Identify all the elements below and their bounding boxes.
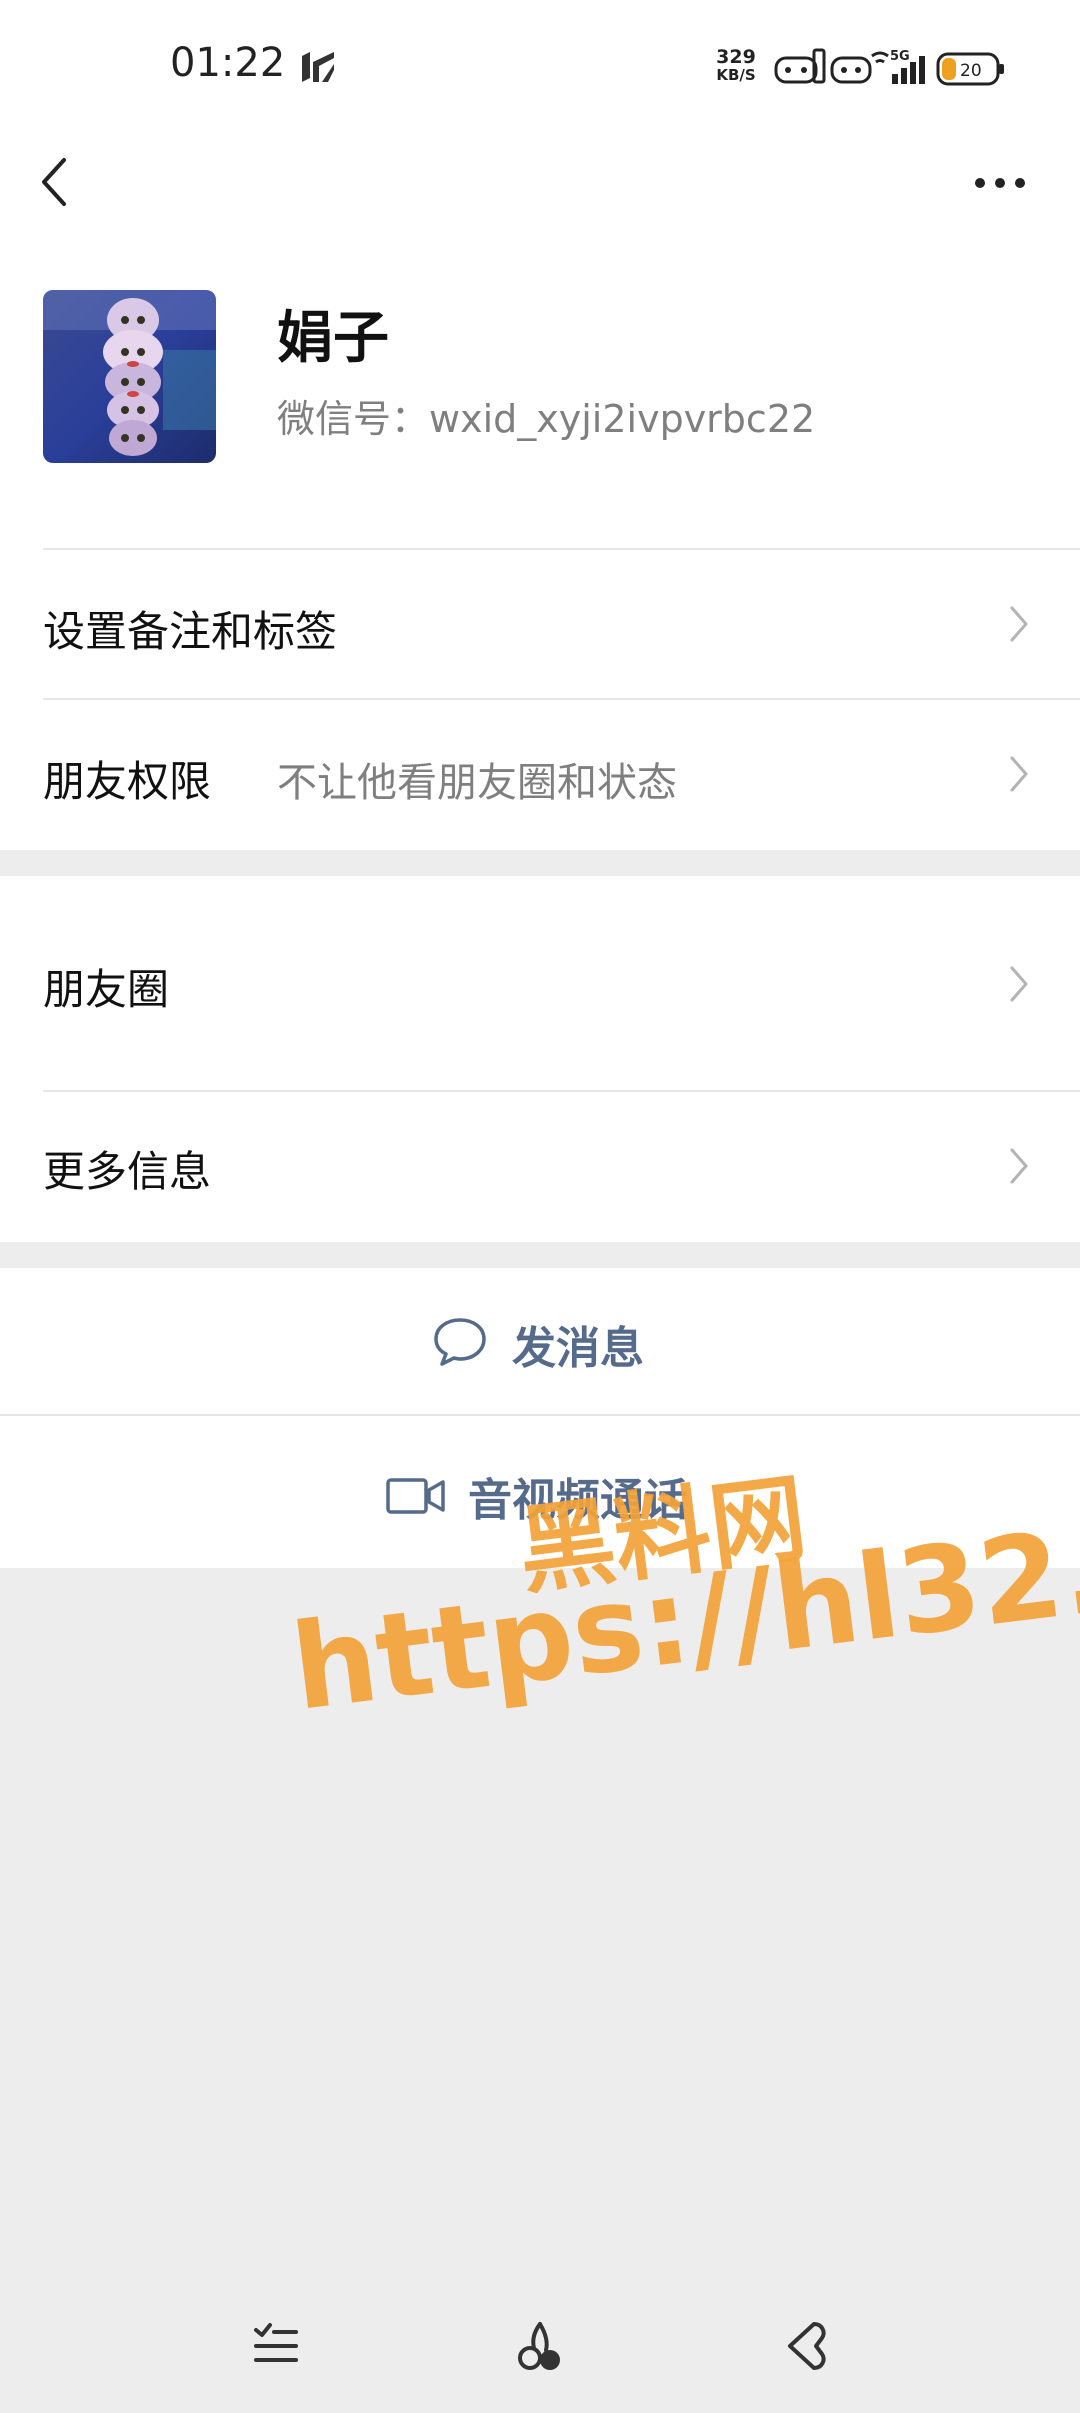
nav-bar bbox=[0, 140, 1080, 280]
network-speed: 329 KB/S bbox=[712, 46, 760, 85]
wechat-id-label: 微信号： bbox=[277, 397, 430, 441]
row-remark-tags[interactable]: 设置备注和标签 bbox=[0, 550, 1080, 698]
row-moments-label: 朋友圈 bbox=[43, 965, 170, 1014]
row-more-info[interactable]: 更多信息 bbox=[0, 1092, 1080, 1242]
chevron-right-icon bbox=[1010, 606, 1028, 642]
row-friend-permissions-value: 不让他看朋友圈和状态 bbox=[277, 760, 677, 806]
network-speed-unit: KB/S bbox=[716, 66, 756, 84]
row-moments[interactable]: 朋友圈 bbox=[0, 876, 1080, 1090]
status-bar: 01:22 329 KB/S 5G 20 bbox=[0, 0, 1080, 140]
app-notification-icon bbox=[774, 48, 826, 84]
chat-bubble-icon bbox=[434, 1318, 486, 1366]
chevron-left-icon[interactable] bbox=[36, 154, 72, 210]
signal-5g-icon: 5G bbox=[890, 49, 925, 84]
menu-icon[interactable] bbox=[246, 2316, 306, 2376]
send-message-button[interactable]: 发消息 bbox=[0, 1268, 1080, 1414]
wechat-id-row: 微信号：wxid_xyji2ivpvrbc22 bbox=[277, 388, 815, 443]
avatar[interactable] bbox=[43, 290, 216, 463]
send-message-label: 发消息 bbox=[512, 1323, 644, 1374]
home-icon[interactable] bbox=[510, 2316, 570, 2376]
more-dots-icon[interactable] bbox=[970, 168, 1030, 198]
back-nav-icon[interactable] bbox=[776, 2316, 836, 2376]
svg-text:20: 20 bbox=[960, 61, 982, 81]
row-friend-permissions-label: 朋友权限 bbox=[43, 757, 212, 806]
wifi-icon bbox=[830, 51, 889, 84]
network-speed-value: 329 bbox=[716, 46, 756, 68]
status-icons: 5G 20 bbox=[774, 48, 1004, 86]
chevron-right-icon bbox=[1010, 1148, 1028, 1184]
row-more-info-label: 更多信息 bbox=[43, 1147, 212, 1196]
row-friend-permissions[interactable]: 朋友权限 不让他看朋友圈和状态 bbox=[0, 700, 1080, 850]
chevron-right-icon bbox=[1010, 966, 1028, 1002]
wechat-id-value: wxid_xyji2ivpvrbc22 bbox=[429, 397, 816, 441]
video-camera-icon bbox=[386, 1478, 445, 1514]
status-time: 01:22 bbox=[170, 40, 286, 86]
chevron-right-icon bbox=[1010, 756, 1028, 792]
avatar-image bbox=[43, 290, 216, 463]
row-remark-tags-label: 设置备注和标签 bbox=[43, 607, 338, 656]
svg-text:5G: 5G bbox=[890, 49, 910, 64]
battery-icon: 20 bbox=[936, 52, 1004, 86]
contact-name: 娟子 bbox=[277, 305, 389, 371]
carrier-icon bbox=[302, 52, 334, 82]
